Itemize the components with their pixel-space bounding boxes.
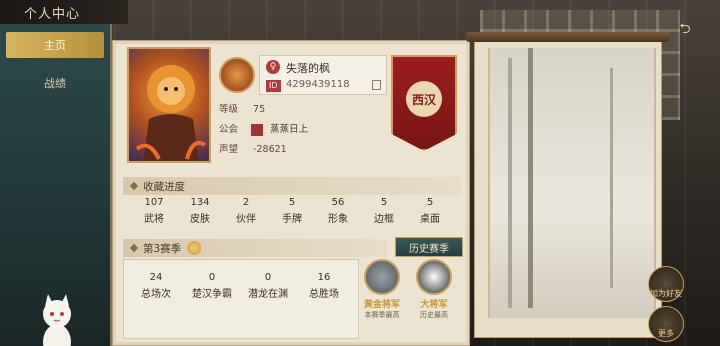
collection-header: 收藏进度 — [123, 177, 461, 195]
collection-stat[interactable]: 2 伙伴 — [223, 197, 269, 225]
sidebar-item-label: 主页 — [44, 39, 66, 52]
reputation-row: 声望 -28621 — [219, 141, 287, 155]
sidebar-item-home[interactable]: 主页 — [6, 32, 104, 58]
rank-sub: 本赛季最高 — [364, 311, 400, 319]
stat-label: 皮肤 — [190, 214, 210, 225]
rank-name: 黄金将军 — [363, 300, 400, 310]
stat-value: 134 — [190, 197, 210, 208]
season-stat: 0 潜龙在渊 — [240, 272, 296, 300]
profile-panel: ♀ 失落的枫 ID 4299439118 等级 75 公会 蒸蒸日上 声望 -2… — [112, 40, 470, 346]
player-id: 4299439118 — [286, 79, 350, 90]
scroll-rod — [466, 32, 670, 42]
level-value: 75 — [253, 104, 266, 115]
lion-general-icon — [135, 65, 207, 161]
gender-icon: ♀ — [266, 60, 280, 74]
diamond-icon — [129, 181, 139, 191]
stat-label: 形象 — [328, 214, 348, 225]
level-label: 等级 — [219, 104, 239, 115]
panda-icon — [416, 259, 452, 295]
stat-value: 2 — [242, 197, 250, 208]
bamboo-painting — [488, 48, 656, 318]
faction-name: 西汉 — [406, 81, 442, 117]
avatar[interactable] — [219, 57, 255, 93]
stat-value: 5 — [380, 197, 388, 208]
page-title-text: 个人中心 — [24, 6, 81, 22]
stat-value: 56 — [331, 197, 345, 208]
season-stats: 24 总场次 0 楚汉争霸 0 潜龙在渊 16 总胜场 — [128, 272, 352, 300]
stat-value: 16 — [317, 272, 331, 283]
stat-value: 5 — [426, 197, 434, 208]
collection-stat[interactable]: 56 形象 — [315, 197, 361, 225]
collection-stat[interactable]: 5 边框 — [361, 197, 407, 225]
season-title: 第3赛季 — [143, 242, 182, 255]
stat-value: 107 — [144, 197, 164, 208]
stat-label: 桌面 — [420, 214, 440, 225]
rank-sub: 历史最高 — [420, 311, 448, 319]
guild-icon — [251, 123, 264, 136]
history-season-button[interactable]: 历史赛季 — [395, 237, 463, 257]
id-tag: ID — [266, 80, 281, 92]
reputation-value: -28621 — [253, 144, 287, 155]
collection-stat[interactable]: 5 手牌 — [269, 197, 315, 225]
season-stat: 24 总场次 — [128, 272, 184, 300]
season-header: 第3赛季 — [123, 239, 387, 257]
wolf-icon — [364, 259, 400, 295]
collection-stat[interactable]: 134 皮肤 — [177, 197, 223, 225]
rank-name: 大将军 — [420, 300, 448, 310]
bamboo-stalk — [610, 68, 613, 288]
collection-stat[interactable]: 107 武将 — [131, 197, 177, 225]
reputation-label: 声望 — [219, 144, 239, 155]
stat-label: 总场次 — [141, 289, 171, 300]
stat-label: 武将 — [144, 214, 164, 225]
season-stat: 16 总胜场 — [296, 272, 352, 300]
season-box: 24 总场次 0 楚汉争霸 0 潜龙在渊 16 总胜场 — [123, 259, 359, 339]
guild-label: 公会 — [219, 124, 239, 135]
add-friend-button[interactable]: 加为好友 — [648, 266, 684, 302]
add-friend-label: 加为好友 — [650, 289, 682, 298]
more-button[interactable]: 更多 — [648, 306, 684, 342]
season-stat: 0 楚汉争霸 — [184, 272, 240, 300]
sidebar: 主页 战绩 — [0, 24, 112, 346]
back-arrow-icon[interactable]: ⮌ — [670, 18, 700, 38]
history-rank-badge[interactable]: 大将军 历史最高 — [409, 259, 459, 325]
collection-stats: 107 武将 134 皮肤 2 伙伴 5 手牌 56 形象 5 边框 5 桌面 — [131, 197, 453, 225]
bamboo-stalk — [508, 58, 512, 308]
stat-label: 楚汉争霸 — [192, 289, 232, 300]
more-label: 更多 — [658, 329, 674, 338]
sidebar-item-label: 战绩 — [44, 77, 66, 90]
player-name: 失落的枫 — [286, 62, 330, 75]
stat-label: 潜龙在渊 — [248, 289, 288, 300]
stat-label: 伙伴 — [236, 214, 256, 225]
general-portrait[interactable] — [127, 47, 211, 163]
stat-label: 总胜场 — [309, 289, 339, 300]
name-box: ♀ 失落的枫 ID 4299439118 — [259, 55, 387, 95]
collection-title: 收藏进度 — [143, 180, 185, 193]
stat-label: 手牌 — [282, 214, 302, 225]
level-row: 等级 75 — [219, 101, 265, 115]
sidebar-item-record[interactable]: 战绩 — [0, 64, 110, 102]
guild-row: 公会 蒸蒸日上 — [219, 121, 308, 136]
season-rank-badge[interactable]: 黄金将军 本赛季最高 — [357, 259, 407, 325]
stat-label: 边框 — [374, 214, 394, 225]
faction-banner: 西汉 — [391, 55, 457, 151]
season-refresh-icon[interactable] — [187, 241, 202, 255]
copy-icon[interactable] — [372, 80, 381, 90]
page-title: 个人中心 — [0, 0, 128, 24]
stat-value: 5 — [288, 197, 296, 208]
bamboo-stalk — [528, 48, 533, 308]
history-season-label: 历史赛季 — [409, 243, 449, 255]
stat-value: 0 — [208, 272, 216, 283]
diamond-icon — [129, 243, 139, 253]
collection-stat[interactable]: 5 桌面 — [407, 197, 453, 225]
guild-value[interactable]: 蒸蒸日上 — [270, 124, 308, 135]
stat-value: 0 — [264, 272, 272, 283]
stat-value: 24 — [149, 272, 163, 283]
cat-mascot-icon — [43, 294, 71, 346]
